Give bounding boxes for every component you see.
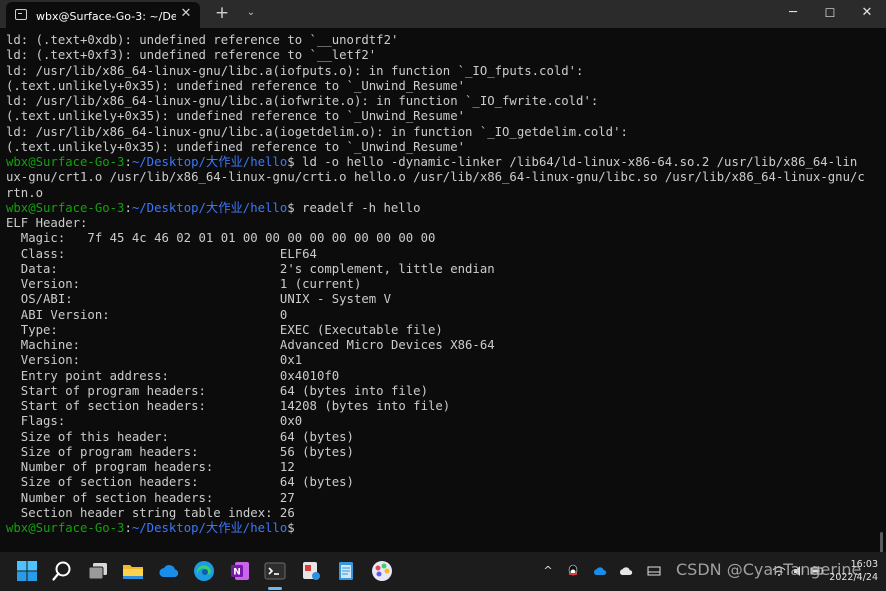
elf-line: Size of this header: 64 (bytes) xyxy=(6,429,354,444)
prompt-line: wbx@Surface-Go-3:~/Desktop/大作业/hello$ re… xyxy=(6,201,880,216)
elf-line: Machine: Advanced Micro Devices X86-64 xyxy=(6,338,495,352)
terminal-tab-icon xyxy=(15,9,27,20)
cloud-tray-icon[interactable] xyxy=(619,564,633,578)
clock-time: 16:03 xyxy=(850,559,878,570)
edge-browser-icon[interactable] xyxy=(192,559,216,583)
output-line: ld: /usr/lib/x86_64-linux-gnu/libc.a(iof… xyxy=(6,63,584,78)
clock-date: 2022/4/24 xyxy=(829,572,878,583)
close-button[interactable]: ✕ xyxy=(849,0,885,28)
output-line: ld: /usr/lib/x86_64-linux-gnu/libc.a(iog… xyxy=(6,124,628,139)
prompt-path: ~/Desktop/大作业/hello xyxy=(131,200,288,215)
output-line: ld: (.text+0xf3): undefined reference to… xyxy=(6,48,377,63)
elf-line: Size of section headers: 64 (bytes) xyxy=(6,475,354,490)
elf-line: ABI Version: 0 xyxy=(6,307,288,322)
output-line: (.text.unlikely+0x35): undefined referen… xyxy=(6,109,466,124)
svg-text:N: N xyxy=(233,568,241,578)
new-tab-button[interactable]: + xyxy=(212,3,232,23)
elf-line: Section header string table index: 26 xyxy=(6,505,295,520)
command-text: ld -o hello -dynamic-linker /lib64/ld-li… xyxy=(294,155,858,169)
terminal-output[interactable]: ld: (.text+0xdb): undefined reference to… xyxy=(0,28,886,564)
prompt-separator: : xyxy=(124,521,132,535)
tab-title: wbx@Surface-Go-3: ~/Desktop/大作业/hello xyxy=(36,10,176,23)
terminal-tab[interactable]: wbx@Surface-Go-3: ~/Desktop/大作业/hello ✕ xyxy=(6,2,200,28)
onedrive-tray-icon[interactable] xyxy=(593,564,607,578)
elf-line: Version: 1 (current) xyxy=(6,277,362,291)
taskbar: N ^ CSDN @CyanTangerine 16:03 2022/4/24 xyxy=(0,552,886,591)
minimize-button[interactable]: ─ xyxy=(775,0,811,28)
prompt-line: wbx@Surface-Go-3:~/Desktop/大作业/hello$ ld… xyxy=(6,155,880,170)
prompt-user: wbx@Surface-Go-3 xyxy=(6,521,125,535)
notepad-icon[interactable] xyxy=(334,559,358,583)
prompt-separator: : xyxy=(124,200,132,215)
elf-line: Version: 0x1 xyxy=(6,353,303,368)
prompt-dollar: $ xyxy=(287,155,295,169)
windows-start-icon[interactable] xyxy=(15,559,39,583)
tray-chevron-icon[interactable]: ^ xyxy=(541,564,555,578)
prompt-separator: : xyxy=(124,155,132,169)
paint-icon[interactable] xyxy=(370,559,394,583)
system-clock[interactable]: 16:03 2022/4/24 xyxy=(826,558,878,584)
prompt-dollar: $ xyxy=(287,521,295,535)
maximize-button[interactable]: ☐ xyxy=(812,0,848,28)
file-explorer-icon[interactable] xyxy=(121,559,145,583)
qq-icon[interactable] xyxy=(566,564,580,578)
active-app-indicator xyxy=(268,587,282,590)
output-line: ld: /usr/lib/x86_64-linux-gnu/libc.a(iof… xyxy=(6,94,599,108)
output-line: (.text.unlikely+0x35): undefined referen… xyxy=(6,78,466,93)
elf-line: Size of program headers: 56 (bytes) xyxy=(6,444,354,459)
task-view-icon[interactable] xyxy=(86,559,110,583)
elf-line: Flags: 0x0 xyxy=(6,414,303,429)
elf-line: ELF Header: xyxy=(6,216,88,230)
output-line: (.text.unlikely+0x35): undefined referen… xyxy=(6,139,466,154)
elf-line: Start of program headers: 64 (bytes into… xyxy=(6,383,428,398)
tab-dropdown-button[interactable]: ⌄ xyxy=(243,4,259,22)
search-icon[interactable] xyxy=(50,559,74,583)
prompt-line: wbx@Surface-Go-3:~/Desktop/大作业/hello$ xyxy=(6,521,880,536)
elf-line: Class: ELF64 xyxy=(6,246,317,261)
output-line: ld: (.text+0xdb): undefined reference to… xyxy=(6,33,399,47)
output-line: ux-gnu/crt1.o /usr/lib/x86_64-linux-gnu/… xyxy=(6,170,865,185)
snipping-tool-icon[interactable] xyxy=(299,559,323,583)
input-indicator-icon[interactable] xyxy=(647,564,661,578)
prompt-dollar: $ xyxy=(287,200,295,215)
elf-line: Entry point address: 0x4010f0 xyxy=(6,368,340,383)
command-text: readelf -h hello xyxy=(294,200,421,215)
tab-close-icon[interactable]: ✕ xyxy=(178,6,194,22)
output-line: rtn.o xyxy=(6,185,44,200)
elf-line: OS/ABI: UNIX - System V xyxy=(6,292,391,307)
elf-line: Start of section headers: 14208 (bytes i… xyxy=(6,399,451,413)
elf-line: Number of program headers: 12 xyxy=(6,460,295,474)
prompt-user: wbx@Surface-Go-3 xyxy=(6,200,125,215)
prompt-user: wbx@Surface-Go-3 xyxy=(6,155,125,169)
prompt-path: ~/Desktop/大作业/hello xyxy=(131,521,288,535)
onenote-icon[interactable]: N xyxy=(228,559,252,583)
elf-line: Number of section headers: 27 xyxy=(6,490,295,505)
onedrive-icon[interactable] xyxy=(157,559,181,583)
windows-terminal-icon[interactable] xyxy=(263,559,287,583)
title-bar: wbx@Surface-Go-3: ~/Desktop/大作业/hello ✕ … xyxy=(0,0,886,28)
elf-line: Magic: 7f 45 4c 46 02 01 01 00 00 00 00 … xyxy=(6,231,436,246)
elf-line: Data: 2's complement, little endian xyxy=(6,261,495,276)
elf-line: Type: EXEC (Executable file) xyxy=(6,322,443,337)
prompt-path: ~/Desktop/大作业/hello xyxy=(131,155,288,169)
